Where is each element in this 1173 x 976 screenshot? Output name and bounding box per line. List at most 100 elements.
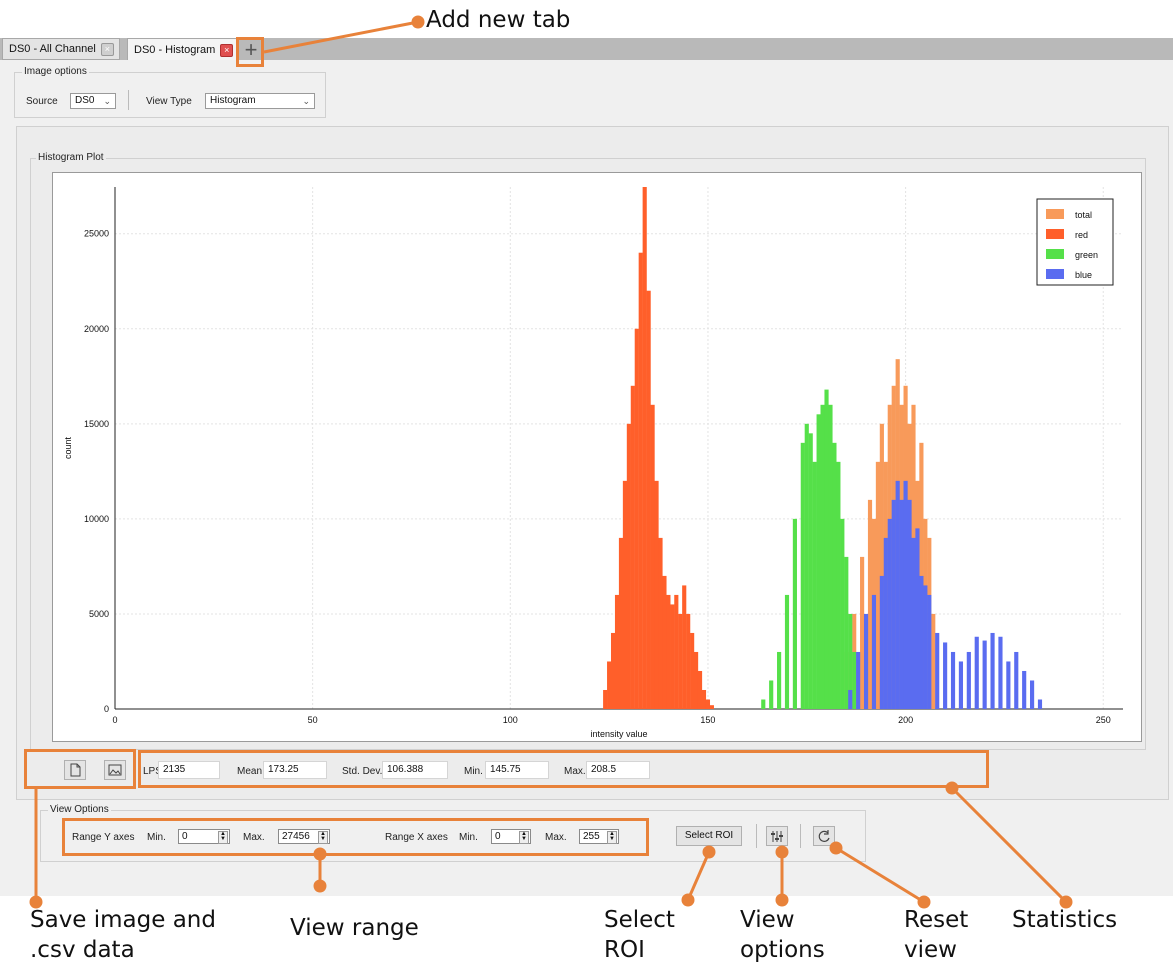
callout-view-range: View range [290,915,419,941]
histogram-bar-blue [848,689,853,709]
close-icon[interactable]: × [220,43,234,57]
histogram-bar-blue [911,537,916,709]
histogram-bar-green [828,404,833,709]
histogram-bar-blue [990,632,995,709]
histogram-bar-green [820,404,825,709]
legend-label-total: total [1075,210,1092,220]
histogram-bar-green [792,518,797,709]
highlight-statistics [138,750,989,788]
source-label: Source [26,96,58,107]
histogram-bar-blue [974,636,979,709]
y-axis-label: count [63,436,73,459]
x-tick-label: 200 [898,715,913,725]
callout-save-image: Save image and .csv data [30,907,216,963]
histogram-bar-green [804,423,809,709]
histogram-bar-blue [863,613,869,709]
histogram-bar-green [824,389,829,709]
histogram-bar-red [705,699,711,709]
select-roi-button[interactable]: Select ROI [676,826,742,846]
histogram-bar-green [832,442,837,709]
plot-frame: 0 50 100 150 200 250 0 5000 10000 15000 20000 25000… [52,172,1142,742]
histogram-bar-red [674,594,679,709]
tab-histogram[interactable]: DS0 - Histogram × [127,38,237,61]
histogram-bar-red [630,385,635,709]
divider [756,824,757,848]
histogram-bar-green [777,651,782,709]
divider [128,90,129,110]
histogram-bar-blue [982,640,987,709]
histogram-bar-red [610,632,616,709]
histogram-bar-green [812,461,817,709]
histogram-bar-blue [856,651,861,709]
histogram-bar-red [690,632,695,709]
histogram-bar-blue [915,528,920,709]
histogram-bar-red [634,328,639,709]
x-tick-label: 0 [112,715,117,725]
y-tick-label: 20000 [84,324,109,334]
histogram-bar-blue [879,575,884,709]
close-icon[interactable]: × [100,42,114,56]
histogram-bar-blue [887,518,892,709]
histogram-bar-red [607,661,612,709]
reset-view-button[interactable] [813,826,835,846]
histogram-bar-red [603,689,608,709]
view-type-label: View Type [146,96,192,107]
view-options-title: View Options [48,804,111,815]
y-tick-label: 10000 [84,514,109,524]
histogram-bar-green [769,680,774,709]
histogram-chart: 0 50 100 150 200 250 0 5000 10000 15000 20000 25000… [63,187,1123,739]
sliders-icon [771,831,783,842]
y-tick-label: 15000 [84,419,109,429]
source-select[interactable]: DS0 ⌄ [70,93,116,109]
chevron-down-icon: ⌄ [103,96,111,106]
histogram-bar-red [646,290,651,709]
histogram-bar-red [682,585,687,709]
histogram-bar-red [709,705,714,709]
histogram-bar-blue [950,651,956,709]
tab-label: DS0 - Histogram [134,44,216,56]
histogram-bar-blue [919,575,924,709]
histogram-bar-red [618,537,624,709]
histogram-bar-red [697,670,703,709]
histogram-bar-red [654,480,659,709]
y-tick-label: 0 [104,704,109,714]
histogram-bar-green [844,556,849,709]
y-tick-label: 5000 [89,609,109,619]
histogram-bar-red [670,604,675,709]
histogram-bar-red [686,613,691,709]
histogram-bar-blue [935,632,940,709]
histogram-bar-green [852,651,857,709]
histogram-bar-red [658,537,663,709]
legend-swatch-red [1046,229,1064,239]
callout-reset-view: Reset view [904,907,969,963]
histogram-bar-total [860,556,865,709]
callout-view-options: View options [740,907,825,963]
histogram-bar-total [931,613,936,709]
histogram-bar-blue [871,594,877,709]
highlight-view-range [62,818,649,856]
histogram-bar-red [622,480,628,709]
callout-select-roi: Select ROI [604,907,675,963]
highlight-add-tab [236,37,264,67]
histogram-bar-blue [1014,651,1019,709]
tab-all-channel[interactable]: DS0 - All Channel × [2,38,120,60]
view-options-button[interactable] [766,826,788,846]
chevron-down-icon: ⌄ [302,96,310,106]
histogram-bar-blue [1030,680,1035,709]
histogram-bar-red [701,689,707,709]
histogram-bar-blue [998,636,1003,709]
histogram-bar-green [836,461,841,709]
highlight-save-buttons [24,749,136,789]
histogram-bar-blue [891,499,896,709]
histogram-bar-blue [907,499,912,709]
histogram-bar-red [694,651,699,709]
histogram-bar-red [638,252,643,709]
view-type-select[interactable]: Histogram ⌄ [205,93,315,109]
histogram-bar-blue [1022,670,1027,709]
histogram-bar-total [867,499,873,709]
x-tick-label: 150 [700,715,715,725]
legend-swatch-total [1046,209,1064,219]
histogram-bar-green [840,518,845,709]
histogram-bar-blue [903,480,908,709]
histogram-bar-green [800,442,805,709]
